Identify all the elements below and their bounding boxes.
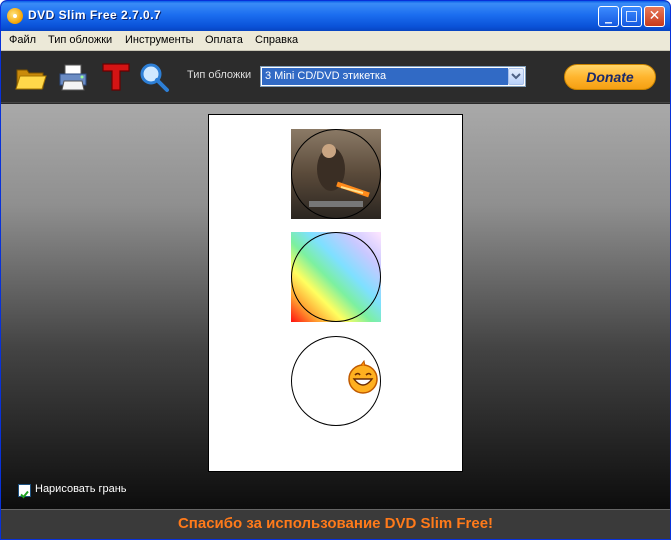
window-title: DVD Slim Free 2.7.0.7	[28, 8, 162, 22]
draw-border-label: Нарисовать грань	[35, 483, 127, 495]
zoom-icon[interactable]	[138, 61, 170, 93]
disc-label-2[interactable]	[291, 232, 381, 322]
maximize-icon: □	[624, 8, 639, 24]
menu-file[interactable]: Файл	[9, 34, 36, 46]
disc-outline	[291, 232, 381, 322]
app-window: DVD Slim Free 2.7.0.7 _ □ ✕ Файл Тип обл…	[0, 0, 671, 540]
smiley-icon	[348, 360, 378, 394]
menu-bar: Файл Тип обложки Инструменты Оплата Спра…	[1, 31, 670, 51]
dropdown-arrow-button[interactable]	[508, 68, 524, 85]
status-bar: Спасибо за использование DVD Slim Free!	[1, 509, 670, 539]
donate-button[interactable]: Donate	[564, 64, 656, 90]
cover-type-value: 3 Mini CD/DVD этикетка	[262, 68, 508, 85]
menu-payment[interactable]: Оплата	[205, 34, 243, 46]
draw-border-checkbox[interactable]	[18, 484, 31, 499]
maximize-button[interactable]: □	[621, 6, 642, 27]
preview-area: Нарисовать грань	[1, 104, 670, 509]
app-disc-icon	[7, 8, 23, 24]
cover-type-label: Тип обложки	[187, 69, 252, 81]
menu-tools[interactable]: Инструменты	[125, 34, 194, 46]
menu-help[interactable]: Справка	[255, 34, 298, 46]
disc-label-1[interactable]	[291, 129, 381, 219]
print-page-preview	[208, 114, 463, 472]
close-icon: ✕	[648, 8, 661, 24]
checkmark-icon	[20, 490, 29, 499]
status-message: Спасибо за использование DVD Slim Free!	[177, 515, 494, 532]
title-bar[interactable]: DVD Slim Free 2.7.0.7 _ □ ✕	[1, 1, 670, 31]
cover-type-select[interactable]: 3 Mini CD/DVD этикетка	[260, 66, 526, 87]
menu-cover-type[interactable]: Тип обложки	[48, 34, 112, 46]
close-button[interactable]: ✕	[644, 6, 665, 27]
print-icon[interactable]	[57, 61, 89, 93]
minimize-icon: _	[605, 8, 612, 24]
open-folder-icon[interactable]	[15, 61, 47, 93]
minimize-button[interactable]: _	[598, 6, 619, 27]
disc-outline	[291, 129, 381, 219]
disc-label-3[interactable]	[291, 336, 381, 426]
chevron-down-icon	[511, 73, 521, 80]
text-tool-icon[interactable]	[100, 61, 132, 93]
